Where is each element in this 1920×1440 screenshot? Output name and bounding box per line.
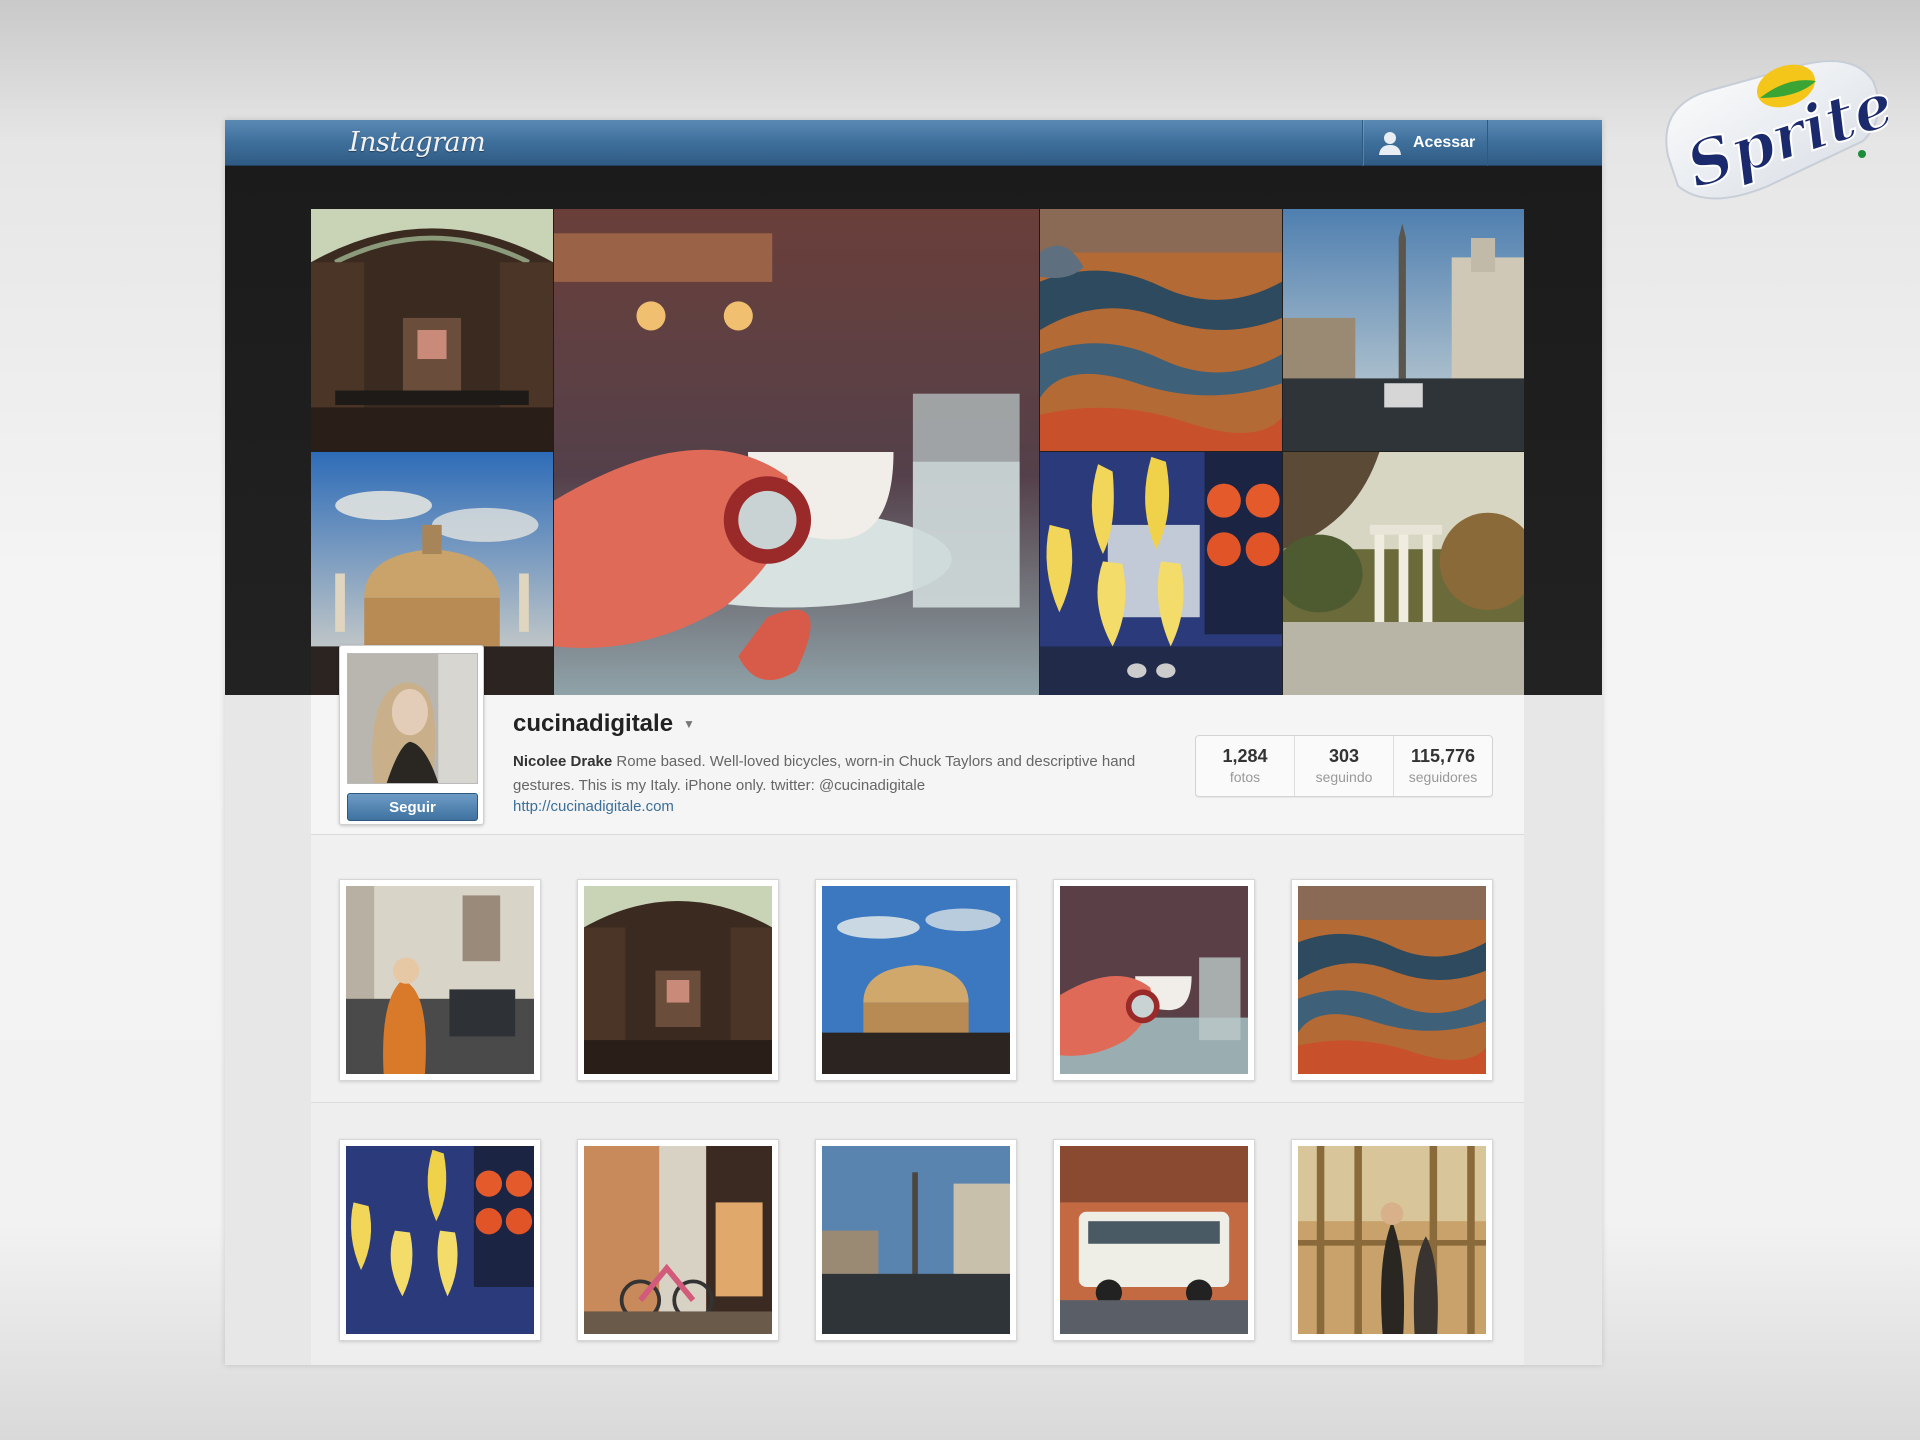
photo-thumbnail[interactable] [339,1139,541,1341]
profile-hero [225,166,1602,695]
login-label: Acessar [1413,134,1476,151]
photo-thumbnail[interactable] [339,879,541,1081]
hero-coffee-ring[interactable] [554,209,1039,695]
hero-fountain-water[interactable] [1040,209,1282,451]
stat-photos-value: 1,284 [1222,746,1268,766]
sprite-logo: Sprite [1648,36,1903,216]
photo-thumbnail[interactable] [815,1139,1017,1341]
photo-row [311,835,1524,1103]
instagram-logo[interactable]: Instagram [349,127,486,158]
stat-followers-value: 115,776 [1410,746,1476,766]
profile-stats: 1,284 fotos 303 seguindo 115,776 seguido… [1195,735,1493,797]
photo-thumbnail[interactable] [577,1139,779,1341]
login-button[interactable]: Acessar [1362,120,1488,166]
username-text: cucinadigitale [513,710,674,737]
chevron-down-icon[interactable]: ▼ [683,717,695,731]
photo-thumbnail[interactable] [1053,879,1255,1081]
hero-bananas-market[interactable] [1040,452,1282,695]
photo-thumbnail[interactable] [577,879,779,1081]
stat-following-value: 303 [1328,746,1360,766]
profile-card: Seguir cucinadigitale ▼ Nicolee Drake Ro… [311,645,1524,835]
website-link[interactable]: http://cucinadigitale.com [513,798,674,815]
top-navigation-bar: Instagram Acessar [225,120,1602,166]
stat-following[interactable]: 303 seguindo [1295,736,1394,796]
avatar[interactable] [347,653,478,784]
photo-thumbnail[interactable] [1291,879,1493,1081]
stat-followers-label: seguidores [1408,769,1478,785]
photo-thumbnail[interactable] [1053,1139,1255,1341]
stat-photos[interactable]: 1,284 fotos [1196,736,1295,796]
photo-row [311,1103,1524,1365]
user-icon [1379,132,1401,155]
stat-photos-label: fotos [1229,769,1261,785]
profile-bio: Nicolee Drake Rome based. Well-loved bic… [513,750,1163,798]
stat-followers[interactable]: 115,776 seguidores [1394,736,1492,796]
avatar-card: Seguir [339,645,484,825]
profile-content: Seguir cucinadigitale ▼ Nicolee Drake Ro… [311,645,1524,1365]
hero-library-hall[interactable] [311,209,553,451]
stat-following-label: seguindo [1315,769,1373,785]
profile-username[interactable]: cucinadigitale ▼ [513,710,695,738]
display-name: Nicolee Drake [513,753,613,770]
hero-piazza-obelisk[interactable] [1283,209,1524,451]
photo-thumbnail[interactable] [1291,1139,1493,1341]
browser-window: Instagram Acessar Seguir cucinadigitale … [225,120,1602,1365]
follow-button[interactable]: Seguir [347,793,478,821]
photo-thumbnail[interactable] [815,879,1017,1081]
hero-mosaic [311,209,1524,695]
hero-temple-park[interactable] [1283,452,1524,695]
